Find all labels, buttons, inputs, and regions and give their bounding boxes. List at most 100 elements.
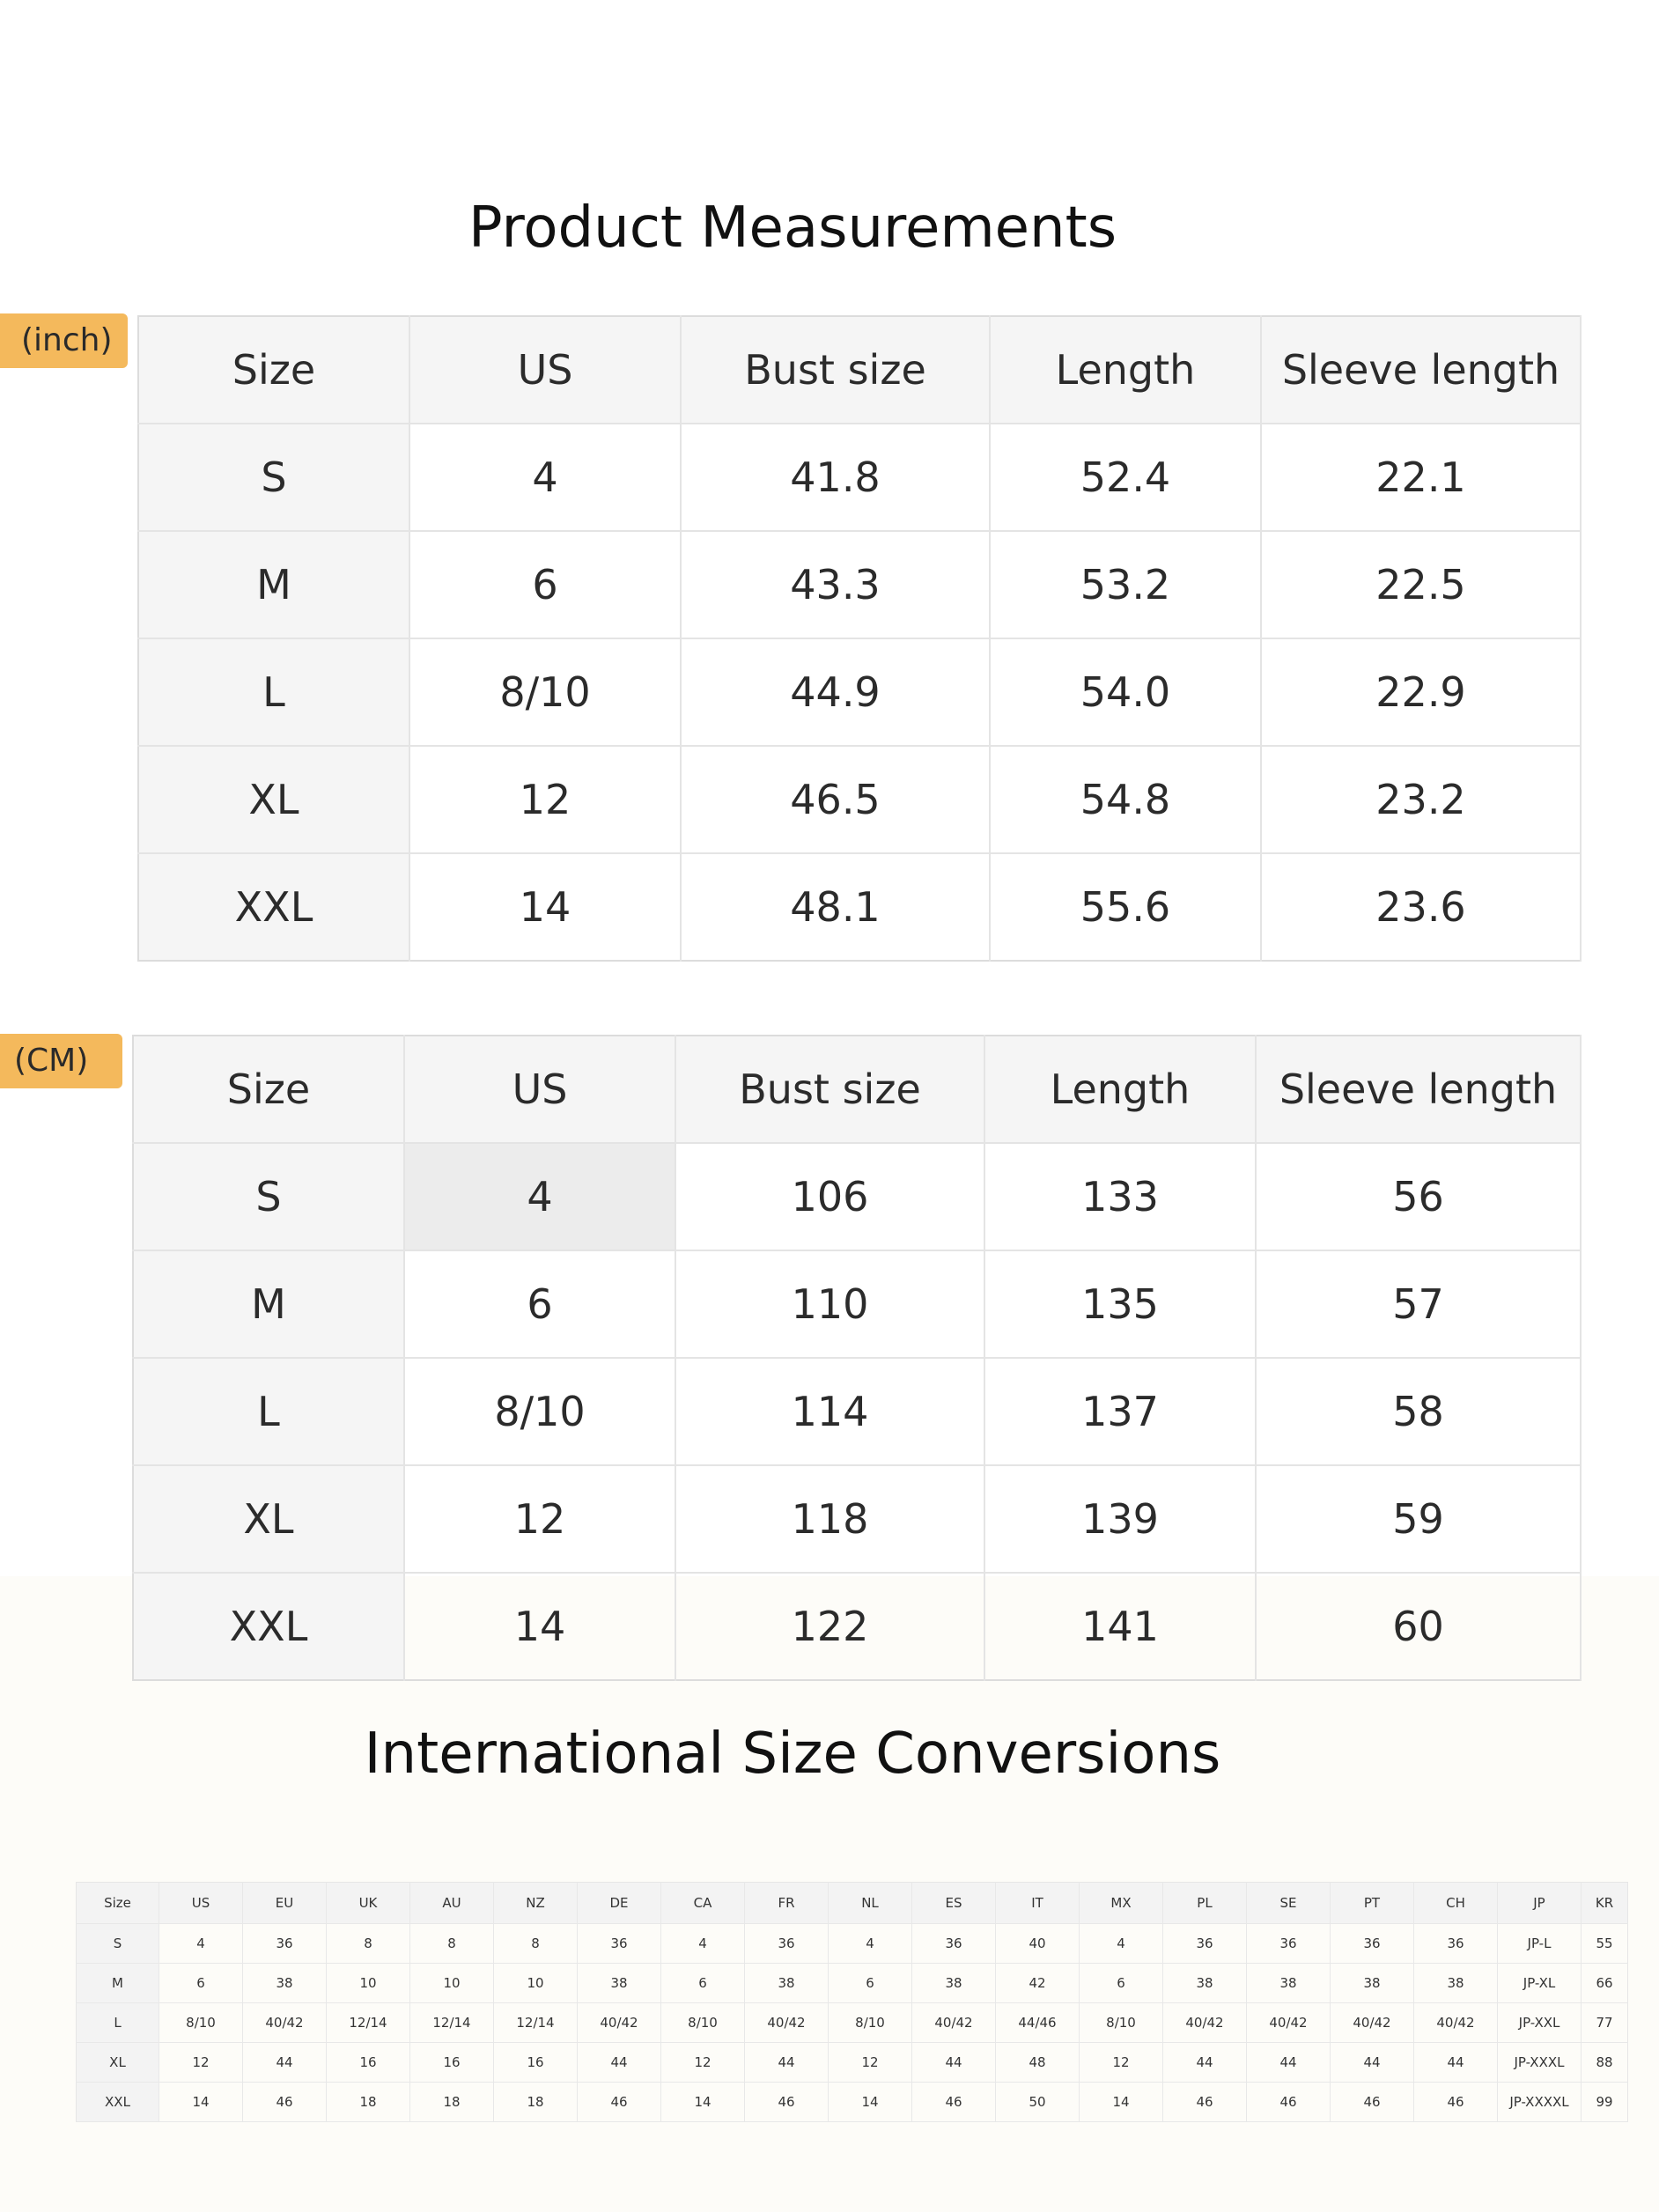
table-cell: 40/42: [242, 2002, 327, 2043]
column-header: PT: [1330, 1882, 1414, 1924]
column-header: JP: [1497, 1882, 1582, 1924]
table-cell: 44: [1246, 2042, 1331, 2083]
table-cell: 18: [493, 2082, 578, 2122]
table-cell: 40/42: [577, 2002, 661, 2043]
column-header: Bust size: [675, 1036, 985, 1144]
table-cell: 36: [1162, 1923, 1247, 1964]
size-label-cell: XL: [133, 1465, 405, 1574]
column-header: Size: [76, 1882, 159, 1924]
column-header: ES: [911, 1882, 996, 1924]
table-cell: 8/10: [1079, 2002, 1163, 2043]
table-cell: 8: [493, 1923, 578, 1964]
table-cell: 12: [159, 2042, 243, 2083]
table-cell: 46.5: [681, 746, 991, 854]
column-header: IT: [995, 1882, 1080, 1924]
measurements-table-cm: Size US Bust size Length Sleeve length S 4 106 1…: [132, 1035, 1582, 1681]
table-row: M 6 110 135 57: [133, 1250, 1582, 1359]
column-header: Sleeve length: [1256, 1036, 1582, 1144]
table-cell: 8/10: [409, 638, 682, 747]
size-label-cell: M: [133, 1250, 405, 1359]
table-cell: 53.2: [990, 531, 1262, 639]
table-cell: 40/42: [1246, 2002, 1331, 2043]
table-row: M 6 43.3 53.2 22.5: [138, 531, 1582, 639]
table-cell: 40/42: [744, 2002, 829, 2043]
table-cell: 18: [326, 2082, 410, 2122]
table-cell: 12: [404, 1465, 676, 1574]
table-cell: 44: [1330, 2042, 1414, 2083]
table-cell: 16: [409, 2042, 494, 2083]
table-cell: 38: [911, 1963, 996, 2003]
table-cell: 8: [326, 1923, 410, 1964]
column-header: NL: [828, 1882, 912, 1924]
column-header: PL: [1162, 1882, 1247, 1924]
table-cell: 106: [675, 1143, 985, 1251]
table-cell: 44: [1162, 2042, 1247, 2083]
column-header: AU: [409, 1882, 494, 1924]
size-label-cell: XL: [76, 2042, 159, 2083]
table-cell: 58: [1256, 1358, 1582, 1466]
column-header: DE: [577, 1882, 661, 1924]
table-cell: 44: [577, 2042, 661, 2083]
column-header: UK: [326, 1882, 410, 1924]
column-header: FR: [744, 1882, 829, 1924]
column-header: Length: [990, 316, 1262, 424]
column-header: MX: [1079, 1882, 1163, 1924]
column-header: Sleeve length: [1261, 316, 1582, 424]
table-cell: 48: [995, 2042, 1080, 2083]
table-cell: 122: [675, 1573, 985, 1680]
table-cell: 137: [984, 1358, 1257, 1466]
table-row: S 4 41.8 52.4 22.1: [138, 424, 1582, 532]
table-cell: 12: [660, 2042, 745, 2083]
table-cell: 23.2: [1261, 746, 1582, 854]
table-cell: 139: [984, 1465, 1257, 1574]
table-cell: 40: [995, 1923, 1080, 1964]
table-cell: 133: [984, 1143, 1257, 1251]
table-cell: 14: [404, 1573, 676, 1680]
table-cell: 36: [744, 1923, 829, 1964]
table-row: XXL 14 46 18 18 18 46 14 46 14 46 50 14 46 46 46 46 JP-XX…: [76, 2082, 1628, 2122]
table-cell: 14: [828, 2082, 912, 2122]
table-cell: 18: [409, 2082, 494, 2122]
table-cell: 14: [660, 2082, 745, 2122]
table-cell: 48.1: [681, 853, 991, 961]
table-cell: 59: [1256, 1465, 1582, 1574]
table-cell: 6: [660, 1963, 745, 2003]
table-cell: 55.6: [990, 853, 1262, 961]
column-header: CH: [1413, 1882, 1498, 1924]
size-label-cell: L: [76, 2002, 159, 2043]
table-cell: 22.9: [1261, 638, 1582, 747]
table-cell: 44: [1413, 2042, 1498, 2083]
table-cell: 12/14: [493, 2002, 578, 2043]
column-header: KR: [1581, 1882, 1628, 1924]
column-header: Size: [138, 316, 410, 424]
table-cell: 22.5: [1261, 531, 1582, 639]
table-cell: 55: [1581, 1923, 1628, 1964]
table-cell: 46: [1330, 2082, 1414, 2122]
table-cell: 44.9: [681, 638, 991, 747]
table-cell: 41.8: [681, 424, 991, 532]
column-header: US: [404, 1036, 676, 1144]
table-row: XXL 14 48.1 55.6 23.6: [138, 853, 1582, 961]
table-cell: JP-XXXXL: [1497, 2082, 1582, 2122]
table-cell: 54.8: [990, 746, 1262, 854]
table-cell: 40/42: [1330, 2002, 1414, 2043]
column-header: Bust size: [681, 316, 991, 424]
table-row: XXL 14 122 141 60: [133, 1573, 1582, 1680]
column-header: NZ: [493, 1882, 578, 1924]
table-cell: 44/46: [995, 2002, 1080, 2043]
table-cell: 44: [744, 2042, 829, 2083]
table-row: L 8/10 114 137 58: [133, 1358, 1582, 1466]
table-cell: 8: [409, 1923, 494, 1964]
table-cell: 43.3: [681, 531, 991, 639]
table-row: XL 12 44 16 16 16 44 12 44 12 44 48 12 44 44 44 44 JP-XXX…: [76, 2042, 1628, 2083]
table-cell: 46: [242, 2082, 327, 2122]
table-cell: 6: [1079, 1963, 1163, 2003]
table-cell: 77: [1581, 2002, 1628, 2043]
table-cell: 54.0: [990, 638, 1262, 747]
table-cell: 10: [409, 1963, 494, 2003]
table-cell: 38: [1330, 1963, 1414, 2003]
table-cell: 88: [1581, 2042, 1628, 2083]
table-cell: 46: [1162, 2082, 1247, 2122]
table-cell: 38: [1413, 1963, 1498, 2003]
table-row: S 4 36 8 8 8 36 4 36 4 36 40 4 36 36 36 36 JP-L 55: [76, 1923, 1628, 1964]
